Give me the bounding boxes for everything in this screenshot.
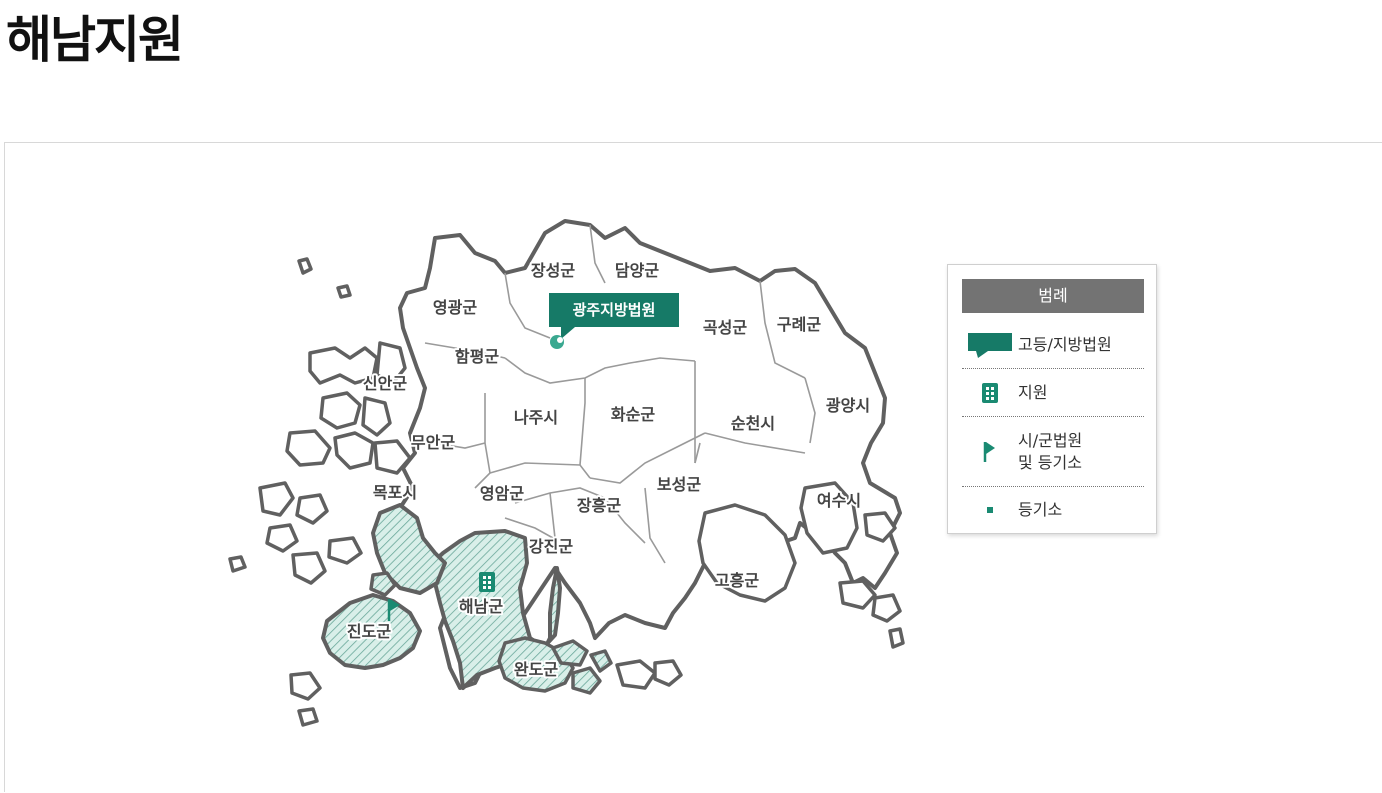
label-boseong: 보성군 <box>657 475 701 494</box>
legend-title: 범례 <box>962 279 1144 313</box>
flag-icon <box>962 440 1018 464</box>
page-title: 해남지원 <box>6 11 184 69</box>
label-suncheon: 순천시 <box>731 414 775 433</box>
label-gwangyang: 광양시 <box>826 396 870 415</box>
legend-label: 고등/지방법원 <box>1018 334 1112 354</box>
legend-label-line2: 및 등기소 <box>1018 452 1082 472</box>
court-callout-icon <box>962 330 1018 360</box>
legend-item-high-district-court: 고등/지방법원 <box>962 321 1144 369</box>
map-legend: 범례 고등/지방법원 지원 시/군법원 및 등기소 등기소 <box>947 264 1157 534</box>
label-jangseong: 장성군 <box>531 261 575 280</box>
label-muan: 무안군 <box>411 433 455 452</box>
label-gurye: 구례군 <box>777 315 821 334</box>
legend-item-branch: 지원 <box>962 369 1144 417</box>
label-gokseong: 곡성군 <box>703 318 747 337</box>
label-jangheung: 장흥군 <box>577 496 621 515</box>
legend-item-city-county-court: 시/군법원 및 등기소 <box>962 417 1144 487</box>
label-hampyeong: 함평군 <box>455 347 499 366</box>
legend-item-registry: 등기소 <box>962 487 1144 533</box>
label-yeosu: 여수시 <box>817 491 861 510</box>
label-gangjin: 강진군 <box>529 537 573 556</box>
legend-label: 등기소 <box>1018 500 1063 519</box>
label-goheung: 고흥군 <box>715 571 759 590</box>
region-map: 광주지방법원 장성군 담양군 영광군 곡성군 구례군 함평군 신안군 나주시 화… <box>228 219 905 727</box>
legend-label-line1: 시/군법원 <box>1018 430 1083 450</box>
label-damyang: 담양군 <box>615 261 659 280</box>
label-jindo: 진도군 <box>347 622 391 641</box>
label-haenam: 해남군 <box>459 597 503 616</box>
label-mokpo: 목포시 <box>373 483 417 502</box>
court-location-dot <box>550 335 564 349</box>
square-dot-icon <box>962 505 1018 515</box>
map-panel: 광주지방법원 장성군 담양군 영광군 곡성군 구례군 함평군 신안군 나주시 화… <box>4 142 1382 792</box>
label-sinan: 신안군 <box>363 374 407 393</box>
branch-building-icon <box>962 382 1018 404</box>
label-yeongam: 영암군 <box>480 484 524 503</box>
court-callout-label: 광주지방법원 <box>573 301 656 319</box>
label-naju: 나주시 <box>514 408 558 427</box>
label-yeonggwang: 영광군 <box>433 298 477 317</box>
label-wando: 완도군 <box>514 660 558 679</box>
legend-label: 지원 <box>1018 382 1048 402</box>
label-hwasun: 화순군 <box>611 405 655 424</box>
branch-building-icon[interactable] <box>479 572 495 592</box>
